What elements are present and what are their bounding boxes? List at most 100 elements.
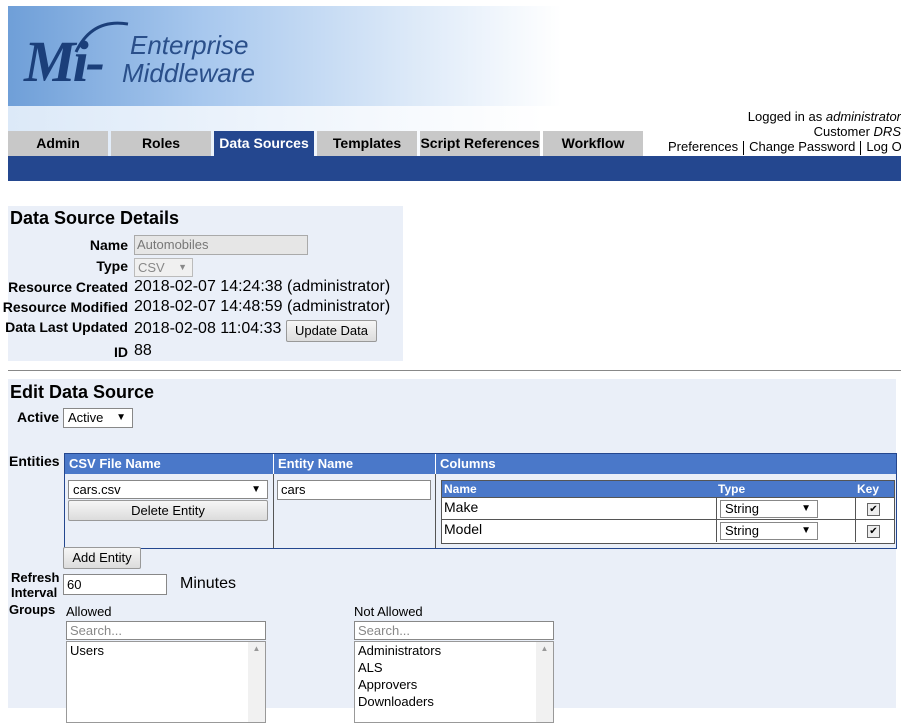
entities-label: Entities — [9, 453, 60, 469]
list-item[interactable]: Approvers — [355, 676, 553, 693]
cell-divider — [855, 520, 856, 542]
cell-divider — [435, 474, 436, 548]
list-item[interactable]: ALS — [355, 659, 553, 676]
entity-name-header: Entity Name — [274, 454, 436, 474]
column-row: Model String ▼ ✔ — [442, 519, 894, 542]
section-divider — [8, 370, 901, 371]
tab-admin[interactable]: Admin — [8, 131, 108, 156]
logo-text-middleware: Middleware — [122, 58, 255, 88]
user-info: Logged in as administrator Customer DRS — [748, 109, 901, 139]
chevron-down-icon: ▼ — [116, 412, 126, 423]
chevron-down-icon: ▼ — [178, 262, 187, 272]
customer-prefix: Customer — [813, 124, 874, 139]
column-name-cell: Model — [444, 521, 483, 537]
columns-table: Name Type Key Make String ▼ ✔ Model Stri… — [441, 480, 895, 544]
chevron-down-icon: ▼ — [801, 503, 811, 514]
column-name-header: Name — [442, 481, 716, 497]
customer-name: DRS — [873, 124, 901, 139]
resource-created-label: Resource Created — [8, 279, 128, 295]
csv-file-name-header: CSV File Name — [65, 454, 274, 474]
scrollbar[interactable]: ▲ — [248, 642, 265, 722]
data-source-details-panel: Data Source Details Name Automobiles Typ… — [3, 206, 403, 361]
tab-templates[interactable]: Templates — [317, 131, 417, 156]
active-select[interactable]: Active ▼ — [63, 408, 133, 428]
active-select-value: Active — [68, 410, 104, 425]
tab-script-references[interactable]: Script References — [420, 131, 540, 156]
cell-divider — [855, 498, 856, 520]
key-checkbox[interactable]: ✔ — [867, 503, 880, 516]
name-label: Name — [89, 237, 128, 253]
cell-divider — [716, 498, 717, 520]
scrollbar[interactable]: ▲ — [536, 642, 553, 722]
column-name-cell: Make — [444, 499, 479, 515]
user-links: PreferencesChange PasswordLog Out — [663, 139, 901, 155]
csv-file-select[interactable]: cars.csv ▼ — [68, 480, 268, 499]
columns-header: Columns — [436, 454, 896, 474]
checkmark-icon: ✔ — [869, 526, 878, 537]
details-title: Data Source Details — [10, 208, 180, 228]
app-header: Mi- Enterprise Middleware — [8, 6, 901, 106]
csv-file-value: cars.csv — [73, 482, 121, 497]
log-out-link[interactable]: Log Out — [861, 139, 901, 154]
resource-modified-label: Resource Modified — [2, 299, 128, 315]
data-last-updated-label: Data Last Updated — [5, 319, 128, 335]
chevron-down-icon: ▼ — [801, 525, 811, 536]
type-label: Type — [96, 258, 128, 274]
logo-mark: Mi- — [24, 29, 105, 94]
type-value: CSV — [138, 260, 165, 275]
logged-in-prefix: Logged in as — [747, 109, 826, 124]
not-allowed-groups-list[interactable]: Administrators ALS Approvers Downloaders… — [354, 641, 554, 723]
column-type-header: Type — [716, 481, 855, 497]
delete-entity-button[interactable]: Delete Entity — [68, 500, 268, 521]
column-type-select[interactable]: String ▼ — [720, 500, 818, 518]
refresh-unit-label: Minutes — [180, 575, 237, 592]
update-data-button[interactable]: Update Data — [286, 320, 377, 342]
edit-data-source-panel: Edit Data Source Active Active ▼ Entitie… — [8, 379, 897, 723]
nav-sub-bar — [8, 156, 901, 181]
chevron-down-icon: ▼ — [251, 484, 261, 495]
column-key-header: Key — [855, 481, 894, 497]
refresh-interval-input[interactable]: 60 — [63, 574, 167, 595]
scroll-up-icon[interactable]: ▲ — [536, 644, 553, 653]
list-item[interactable]: Downloaders — [355, 693, 553, 710]
column-type-select[interactable]: String ▼ — [720, 522, 818, 540]
preferences-link[interactable]: Preferences — [663, 139, 743, 154]
logo-text-enterprise: Enterprise — [130, 30, 249, 60]
id-label: ID — [114, 344, 128, 360]
change-password-link[interactable]: Change Password — [744, 139, 860, 154]
resource-created-value: 2018-02-07 14:24:38 (administrator) — [134, 278, 391, 295]
add-entity-button[interactable]: Add Entity — [63, 547, 141, 569]
cell-divider — [716, 520, 717, 542]
name-field: Automobiles — [134, 235, 308, 255]
tab-data-sources[interactable]: Data Sources — [214, 131, 314, 156]
refresh-label-line2: Interval — [11, 585, 58, 600]
list-item[interactable]: Users — [67, 642, 265, 659]
allowed-groups-list[interactable]: Users ▲ — [66, 641, 266, 723]
groups-label: Groups — [9, 602, 56, 617]
refresh-label-line1: Refresh — [11, 570, 60, 585]
username: administrator — [825, 109, 901, 124]
cell-divider — [273, 474, 274, 548]
list-item[interactable]: Administrators — [355, 642, 553, 659]
resource-modified-value: 2018-02-07 14:48:59 (administrator) — [134, 298, 391, 315]
id-value: 88 — [134, 342, 152, 359]
entities-table: CSV File Name Entity Name Columns cars.c… — [64, 453, 897, 549]
refresh-interval-label: Refresh Interval — [11, 570, 59, 600]
tab-roles[interactable]: Roles — [111, 131, 211, 156]
key-checkbox[interactable]: ✔ — [867, 525, 880, 538]
scroll-up-icon[interactable]: ▲ — [248, 644, 265, 653]
not-allowed-label: Not Allowed — [354, 604, 423, 619]
data-last-updated-value: 2018-02-08 11:04:33 — [134, 320, 282, 337]
tab-workflow[interactable]: Workflow — [543, 131, 643, 156]
edit-title: Edit Data Source — [10, 382, 155, 402]
active-label: Active — [17, 409, 60, 425]
column-type-value: String — [725, 501, 759, 516]
allowed-label: Allowed — [66, 604, 112, 619]
allowed-search-input[interactable]: Search... — [66, 621, 266, 640]
mi-enterprise-middleware-logo: Mi- Enterprise Middleware — [22, 16, 322, 96]
not-allowed-search-input[interactable]: Search... — [354, 621, 554, 640]
checkmark-icon: ✔ — [869, 504, 878, 515]
column-type-value: String — [725, 523, 759, 538]
type-select: CSV ▼ — [134, 258, 193, 277]
entity-name-input[interactable]: cars — [277, 480, 431, 500]
